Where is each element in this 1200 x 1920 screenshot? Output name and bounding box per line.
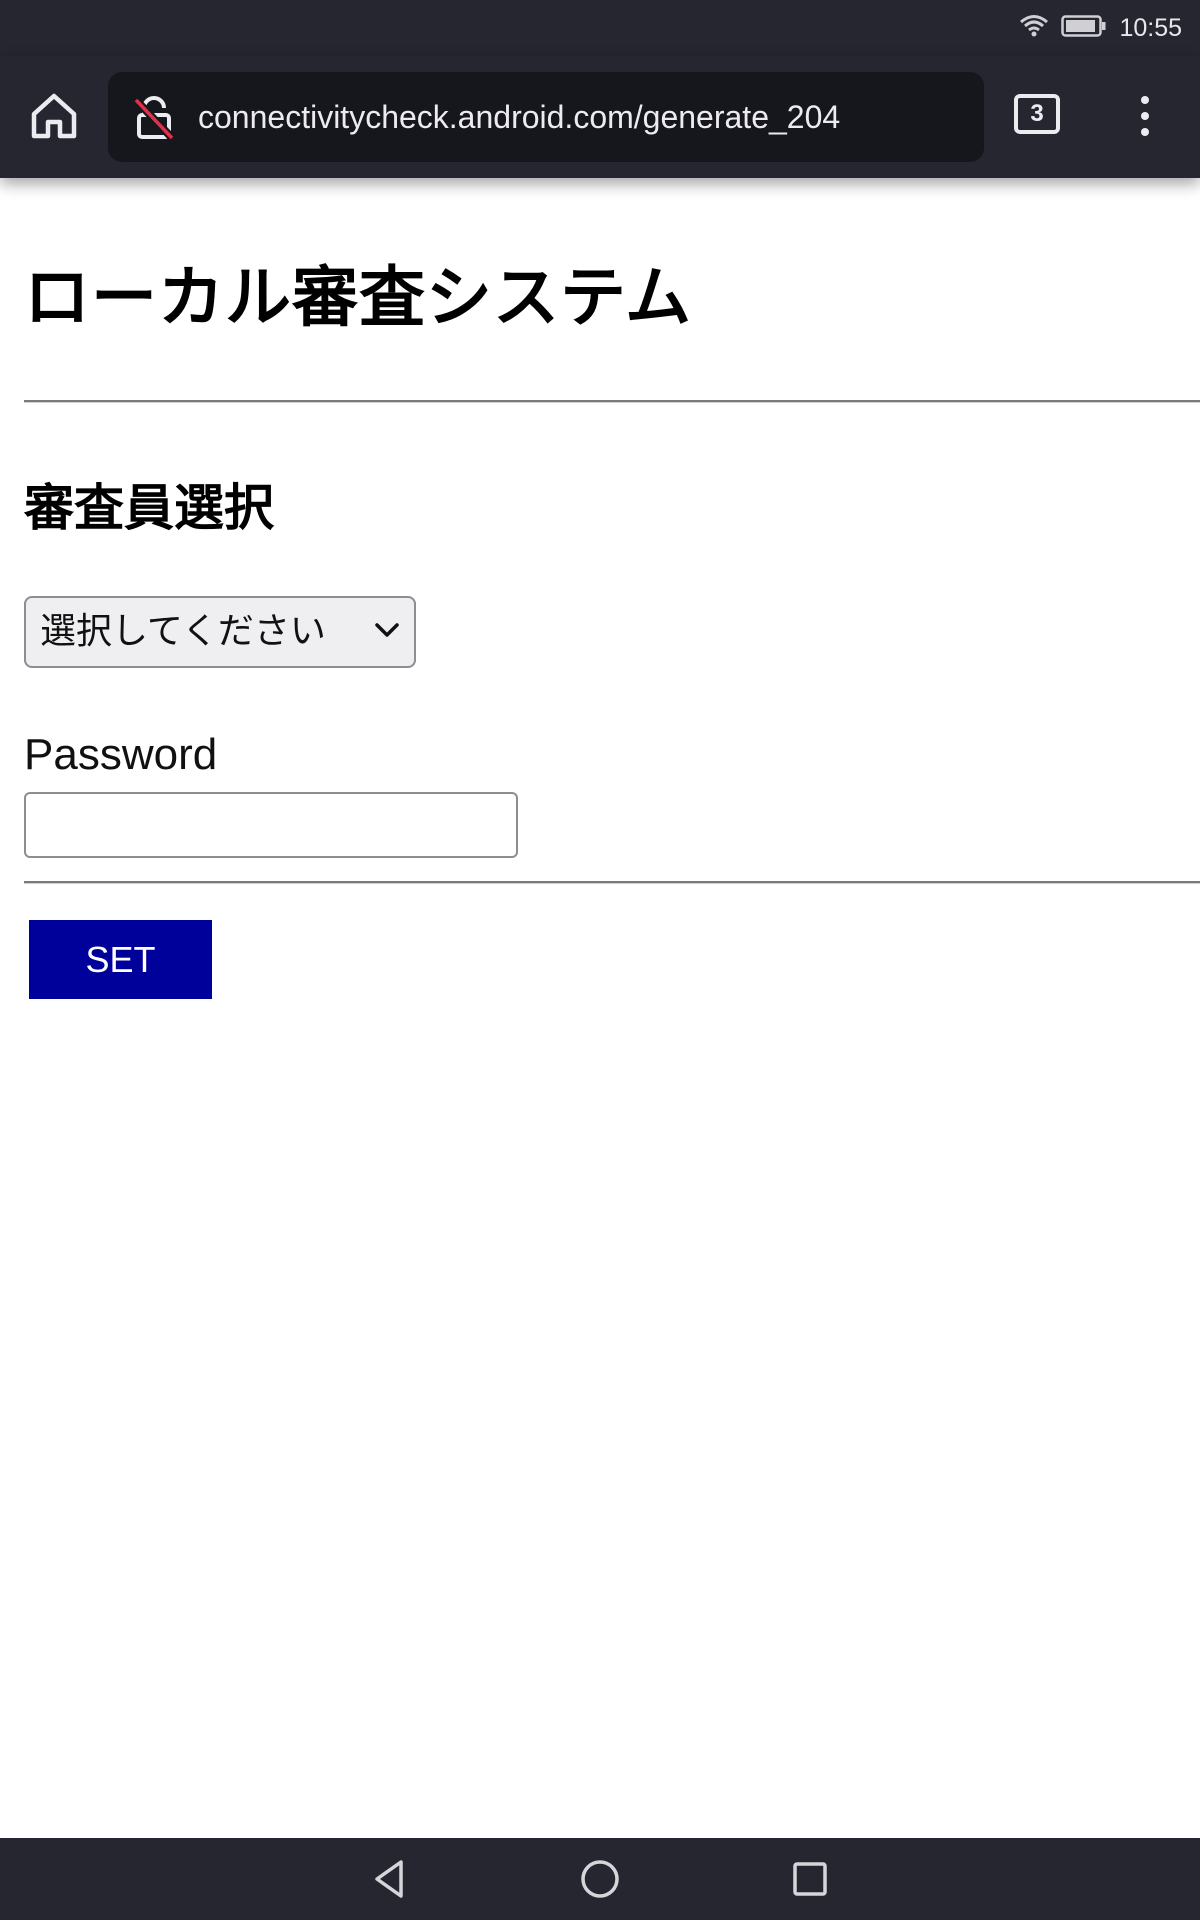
battery-icon xyxy=(1061,14,1107,42)
divider xyxy=(24,400,1200,403)
page-title: ローカル審査システム xyxy=(24,259,693,336)
judge-select[interactable]: 選択してください xyxy=(24,596,416,668)
section-title: 審査員選択 xyxy=(24,479,274,537)
password-input[interactable] xyxy=(24,792,518,858)
home-button[interactable] xyxy=(24,86,84,146)
system-nav-bar xyxy=(0,1838,1200,1920)
status-bar: 10:55 xyxy=(0,0,1200,56)
not-secure-lock-icon[interactable] xyxy=(130,94,178,142)
browser-toolbar: connectivitycheck.android.com/generate_2… xyxy=(0,56,1200,178)
wifi-icon xyxy=(1019,14,1049,42)
recents-icon[interactable] xyxy=(785,1854,835,1904)
tab-switcher-button[interactable]: 3 xyxy=(1014,94,1060,134)
status-time: 10:55 xyxy=(1119,13,1182,42)
chevron-down-icon xyxy=(375,623,399,637)
set-button[interactable]: SET xyxy=(29,920,212,999)
web-page: ローカル審査システム 審査員選択 選択してください Password SET xyxy=(0,178,1200,1838)
password-label: Password xyxy=(24,730,218,779)
home-circle-icon[interactable] xyxy=(575,1854,625,1904)
url-text[interactable]: connectivitycheck.android.com/generate_2… xyxy=(198,72,840,162)
status-indicators: 10:55 xyxy=(1019,10,1182,46)
url-bar[interactable]: connectivitycheck.android.com/generate_2… xyxy=(108,72,984,162)
home-icon xyxy=(31,93,77,139)
more-vert-icon[interactable] xyxy=(1130,86,1160,146)
select-value: 選択してください xyxy=(40,611,326,652)
back-icon[interactable] xyxy=(365,1854,415,1904)
divider xyxy=(24,881,1200,884)
